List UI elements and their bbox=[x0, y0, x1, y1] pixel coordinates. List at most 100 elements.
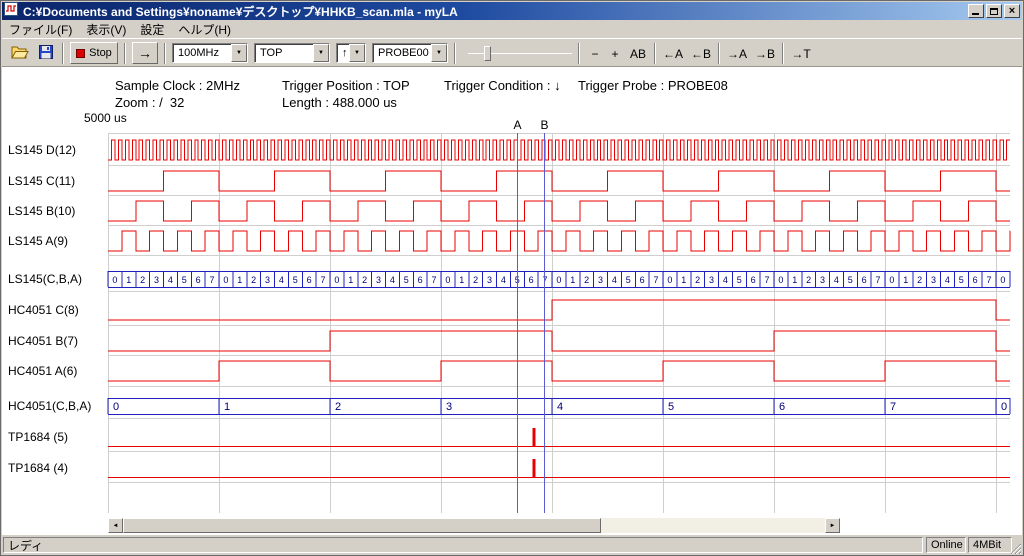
bus-value: 2 bbox=[695, 275, 700, 285]
stop-button[interactable]: Stop bbox=[70, 42, 118, 64]
signal-label-tp1684-4: TP1684 (4) bbox=[8, 460, 68, 476]
bus-value: 7 bbox=[321, 275, 326, 285]
goto-b-prev-button[interactable]: ←B bbox=[688, 43, 714, 64]
bus-value: 7 bbox=[987, 275, 992, 285]
chevron-down-icon[interactable] bbox=[431, 44, 447, 62]
signal-label-hc4051-a-6: HC4051 A(6) bbox=[8, 363, 77, 379]
bus-value: 3 bbox=[154, 275, 159, 285]
bus-value: 4 bbox=[501, 275, 506, 285]
maximize-button[interactable] bbox=[986, 4, 1002, 18]
signal-label-ls145-a-9: LS145 A(9) bbox=[8, 233, 68, 249]
bus-value: 7 bbox=[876, 275, 881, 285]
maximize-icon bbox=[990, 8, 998, 15]
bus-value: 6 bbox=[529, 275, 534, 285]
bus-value: 4 bbox=[279, 275, 284, 285]
zoom-info: Zoom : / 32 bbox=[115, 95, 184, 110]
bus-value: 4 bbox=[945, 275, 950, 285]
scroll-right-icon[interactable] bbox=[825, 518, 840, 533]
menu-help[interactable]: ヘルプ(H) bbox=[171, 19, 238, 40]
run-button[interactable]: → bbox=[132, 42, 158, 64]
sample-rate-combo[interactable]: 100MHz bbox=[172, 43, 248, 63]
bus-value: 1 bbox=[126, 275, 131, 285]
bus-value: 6 bbox=[751, 275, 756, 285]
trigger-position-combo[interactable]: TOP bbox=[254, 43, 330, 63]
chevron-down-icon[interactable] bbox=[231, 44, 247, 62]
bus-value: 7 bbox=[432, 275, 437, 285]
waveform-display[interactable]: 0123456701234567012345670123456701234567… bbox=[0, 115, 1024, 517]
bus-value: 3 bbox=[446, 401, 452, 413]
close-icon: × bbox=[1009, 6, 1015, 17]
save-file-button[interactable] bbox=[34, 43, 58, 64]
scrollbar-thumb[interactable] bbox=[123, 518, 601, 533]
bus-value: 1 bbox=[237, 275, 242, 285]
status-memory: 4MBit bbox=[968, 537, 1012, 553]
bus-value: 4 bbox=[723, 275, 728, 285]
bus-value: 1 bbox=[681, 275, 686, 285]
bus-value: 4 bbox=[168, 275, 173, 285]
waveform-hc4051-b-7 bbox=[108, 331, 1010, 351]
signal-label-ls145-d-12: LS145 D(12) bbox=[8, 142, 76, 158]
horizontal-scrollbar[interactable] bbox=[108, 518, 840, 533]
cursor-a-label[interactable]: A bbox=[510, 118, 526, 132]
app-window: C:¥Documents and Settings¥noname¥デスクトップ¥… bbox=[0, 0, 1024, 556]
chevron-down-icon[interactable] bbox=[313, 44, 329, 62]
toolbar-separator bbox=[718, 43, 720, 64]
bus-value: 5 bbox=[404, 275, 409, 285]
bus-value: 6 bbox=[196, 275, 201, 285]
menu-view[interactable]: 表示(V) bbox=[79, 19, 133, 40]
minimize-icon bbox=[972, 13, 979, 15]
bus-value: 0 bbox=[445, 275, 450, 285]
bus-value: 1 bbox=[792, 275, 797, 285]
goto-a-next-button[interactable]: →A bbox=[724, 43, 750, 64]
bus-value: 5 bbox=[668, 401, 674, 413]
zoom-in-button[interactable]: + bbox=[606, 43, 624, 64]
signal-label-hc4051-b-7: HC4051 B(7) bbox=[8, 333, 78, 349]
waveform-ls145-a-9 bbox=[108, 231, 1010, 251]
signal-label-tp1684-5: TP1684 (5) bbox=[8, 429, 68, 445]
chevron-down-icon[interactable] bbox=[349, 44, 365, 62]
bus-value: 5 bbox=[182, 275, 187, 285]
menu-settings[interactable]: 設定 bbox=[133, 19, 171, 40]
zoom-out-button[interactable]: − bbox=[586, 43, 604, 64]
ab-button[interactable]: AB bbox=[626, 43, 650, 64]
bus-value: 3 bbox=[598, 275, 603, 285]
bus-value: 7 bbox=[654, 275, 659, 285]
bus-value: 1 bbox=[459, 275, 464, 285]
bus-value: 5 bbox=[626, 275, 631, 285]
resize-grip[interactable] bbox=[1008, 541, 1021, 556]
bus-value: 2 bbox=[362, 275, 367, 285]
signal-label-hc4051-c-8: HC4051 C(8) bbox=[8, 302, 79, 318]
bus-value: 0 bbox=[334, 275, 339, 285]
slider-thumb[interactable] bbox=[484, 46, 491, 61]
status-bar: レディ Online 4MBit bbox=[2, 534, 1022, 555]
sample-clock-info: Sample Clock : 2MHz bbox=[115, 78, 240, 93]
trigger-edge-combo[interactable]: ↑ bbox=[336, 43, 366, 63]
open-file-button[interactable] bbox=[8, 43, 32, 64]
trigger-probe-combo[interactable]: PROBE00 bbox=[372, 43, 448, 63]
close-button[interactable]: × bbox=[1004, 4, 1020, 18]
scroll-left-icon[interactable] bbox=[108, 518, 123, 533]
bus-value: 1 bbox=[224, 401, 230, 413]
toolbar-separator bbox=[124, 43, 126, 64]
goto-b-next-button[interactable]: →B bbox=[752, 43, 778, 64]
zoom-slider[interactable] bbox=[464, 43, 576, 64]
cursor-b-label[interactable]: B bbox=[537, 118, 553, 132]
bus-value: 6 bbox=[779, 401, 785, 413]
toolbar-separator bbox=[454, 43, 456, 64]
minimize-button[interactable] bbox=[968, 4, 984, 18]
bus-value: 0 bbox=[112, 275, 117, 285]
title-bar[interactable]: C:¥Documents and Settings¥noname¥デスクトップ¥… bbox=[2, 2, 1022, 20]
bus-value: 2 bbox=[251, 275, 256, 285]
bus-value: 2 bbox=[335, 401, 341, 413]
goto-trigger-button[interactable]: →T bbox=[788, 43, 814, 64]
menu-file[interactable]: ファイル(F) bbox=[2, 19, 79, 40]
open-folder-icon bbox=[11, 45, 29, 62]
window-title: C:¥Documents and Settings¥noname¥デスクトップ¥… bbox=[23, 3, 966, 20]
bus-value: 4 bbox=[557, 401, 563, 413]
bus-value: 0 bbox=[556, 275, 561, 285]
bus-value: 2 bbox=[473, 275, 478, 285]
waveform-hc4051-c-8 bbox=[108, 300, 1010, 320]
bus-value: 4 bbox=[612, 275, 617, 285]
bus-value: 0 bbox=[1000, 275, 1005, 285]
goto-a-prev-button[interactable]: ←A bbox=[660, 43, 686, 64]
